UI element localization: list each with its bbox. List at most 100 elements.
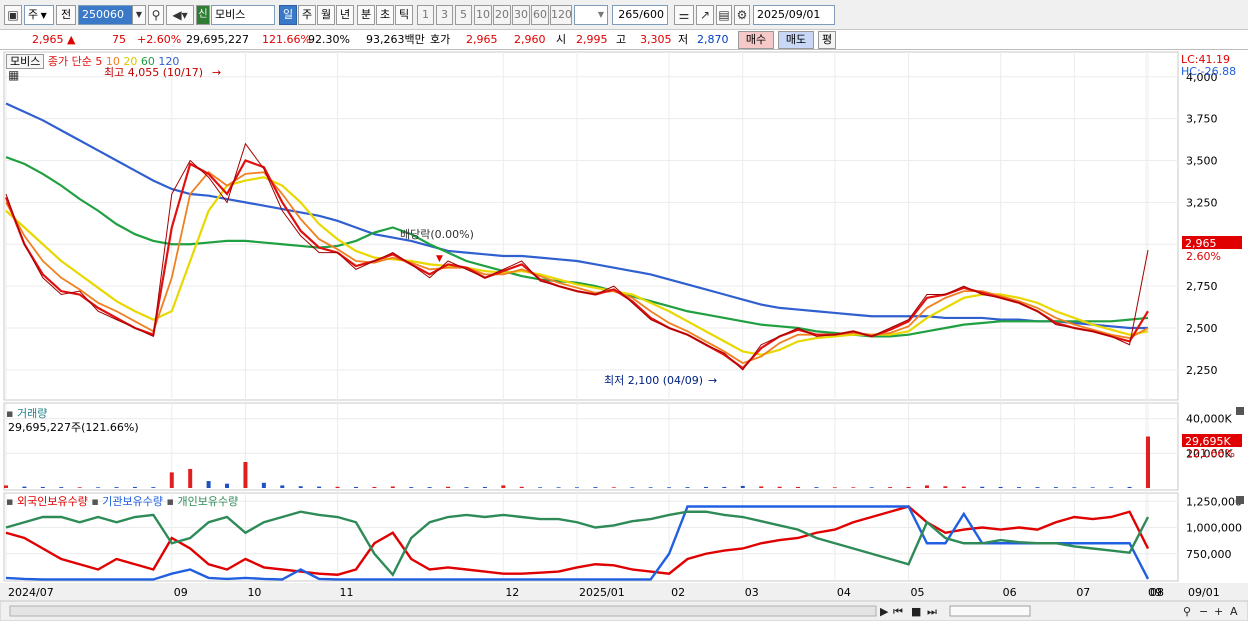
period-minute-button[interactable]: 분 xyxy=(357,5,375,25)
price-panel[interactable] xyxy=(3,51,1179,401)
time-tick-label: 09 xyxy=(174,586,188,599)
legend-stock-name[interactable]: 모비스 xyxy=(6,54,45,69)
high-price: 3,305 xyxy=(640,33,672,46)
volume-bar xyxy=(335,486,340,488)
stock-code-input[interactable]: 250060 xyxy=(78,5,138,25)
scroll-track[interactable] xyxy=(9,605,877,617)
volume-bar xyxy=(1072,487,1077,488)
font-size-icon[interactable]: A xyxy=(1230,605,1238,618)
volume-bar xyxy=(519,486,524,488)
volume-bar xyxy=(446,486,451,488)
date-field[interactable]: 2025/09/01 ▦ xyxy=(753,5,835,40)
ma10-label: 10 xyxy=(105,55,120,68)
period-month-button[interactable]: 월 xyxy=(317,5,335,25)
sell-button[interactable]: 매도 xyxy=(778,31,814,49)
volume-bar xyxy=(980,486,985,488)
volume-bar xyxy=(740,485,745,488)
period-second-button[interactable]: 초 xyxy=(376,5,394,25)
save-icon[interactable]: ▤ xyxy=(716,5,732,25)
ma120-label: 120 xyxy=(158,55,180,68)
period-tick-button[interactable]: 틱 xyxy=(395,5,413,25)
turnover-rate: 92.30% xyxy=(308,33,350,46)
interval-60-button[interactable]: 60 xyxy=(531,5,549,25)
period-day-button[interactable]: 일 xyxy=(279,5,297,25)
ma5-label: 5 xyxy=(95,55,103,68)
volume-bar xyxy=(169,472,174,488)
holding-tick-label: 1,000,000 xyxy=(1186,522,1242,535)
custom-interval-select[interactable]: ▼ xyxy=(574,5,608,25)
period-year-button[interactable]: 년 xyxy=(336,5,354,25)
volume-bar xyxy=(777,486,782,488)
institution-hold-label: 기관보유수량 xyxy=(102,495,164,508)
time-tick-label: 10 xyxy=(247,586,261,599)
zoom-slider[interactable] xyxy=(949,605,1031,617)
gear-icon[interactable]: ⚙ xyxy=(734,5,750,25)
volume-bar xyxy=(1017,487,1022,488)
indicator-table-icon[interactable]: ▦ xyxy=(8,68,19,82)
volume-bar xyxy=(1090,487,1095,488)
stop-icon[interactable]: ■ xyxy=(911,605,921,618)
buy-button[interactable]: 매수 xyxy=(738,31,774,49)
time-tick-label: 2024/07 xyxy=(8,586,54,599)
volume-bar xyxy=(1109,487,1114,488)
volume-bar xyxy=(261,482,266,488)
stock-name-field[interactable]: 모비스 xyxy=(211,5,275,25)
prev-button[interactable]: 전 xyxy=(56,5,76,25)
foreign-hold-label: 외국인보유수량 xyxy=(16,495,88,508)
volume-bar xyxy=(280,485,285,488)
volume-bar xyxy=(427,487,432,488)
code-dropdown-icon[interactable]: ▼ xyxy=(132,5,146,25)
scroll-end-icon[interactable]: ⏭ xyxy=(927,605,937,618)
dividend-note: 배당락(0.00%) xyxy=(400,228,474,241)
scroll-right-icon[interactable]: ▶ xyxy=(880,605,889,618)
interval-5-button[interactable]: 5 xyxy=(455,5,472,25)
time-tick-label: 09 xyxy=(1148,586,1162,599)
average-button[interactable]: 평 xyxy=(818,31,836,49)
zoom-in-icon[interactable]: + xyxy=(1214,605,1223,618)
zoom-out-icon[interactable]: − xyxy=(1199,605,1208,618)
chevron-down-icon: ▼ xyxy=(597,10,604,19)
interval-30-button[interactable]: 30 xyxy=(512,5,530,25)
candle-type-icon[interactable]: ⚌ xyxy=(674,5,694,25)
individual-hold-label: 개인보유수량 xyxy=(177,495,239,508)
bullet-icon: ▪ xyxy=(6,495,14,508)
period-type-select[interactable]: 주 ▼ xyxy=(24,5,54,25)
interval-3-button[interactable]: 3 xyxy=(436,5,453,25)
volume-value: 29,695,227 xyxy=(186,33,249,46)
window-icon[interactable]: ▣ xyxy=(4,5,22,25)
time-tick-label: 07 xyxy=(1076,586,1090,599)
drawing-tools-icon[interactable]: ↗ xyxy=(696,5,714,25)
volume-bar xyxy=(1053,487,1058,488)
interval-120-button[interactable]: 120 xyxy=(550,5,572,25)
speaker-icon[interactable]: ◀▾ xyxy=(166,5,194,25)
volume-panel-close-icon[interactable] xyxy=(1236,407,1244,415)
zoom-icon[interactable]: ⚲ xyxy=(1183,605,1191,618)
chevron-down-icon: ▼ xyxy=(38,11,47,20)
volume-bar xyxy=(814,487,819,488)
search-icon[interactable]: ⚲ xyxy=(148,5,164,25)
bar-count-field[interactable]: 265/600 xyxy=(612,5,668,25)
volume-bar xyxy=(630,487,635,488)
interval-20-button[interactable]: 20 xyxy=(493,5,511,25)
volume-tick-label: 40,000K xyxy=(1186,413,1232,426)
volume-bar xyxy=(4,485,8,488)
stock-chart[interactable]: 4,0003,7503,5003,2503,0002,7502,5002,250… xyxy=(0,50,1248,621)
volume-panel[interactable] xyxy=(3,402,1179,491)
period-type-value: 주 xyxy=(28,8,39,21)
volume-bar xyxy=(77,487,82,488)
holding-panel-close-icon[interactable] xyxy=(1236,496,1244,504)
volume-bar xyxy=(114,487,119,488)
volume-bar xyxy=(206,481,211,488)
scroll-start-icon[interactable]: ⏮ xyxy=(893,605,903,618)
volume-bar xyxy=(1035,487,1040,488)
period-week-button[interactable]: 주 xyxy=(298,5,316,25)
hc-label: HC:-26.88 xyxy=(1181,65,1236,78)
high-arrow-icon: → xyxy=(212,66,221,79)
interval-1-button[interactable]: 1 xyxy=(417,5,434,25)
open-label: 시 xyxy=(556,33,567,46)
interval-10-button[interactable]: 10 xyxy=(474,5,492,25)
ma-label: 종가 단순 xyxy=(47,55,92,68)
volume-bar xyxy=(464,487,469,488)
top-toolbar: ▣ 주 ▼ 전 250060 ▼ ⚲ ◀▾ 신 모비스 일 주 월 년 분 초 … xyxy=(0,0,1248,40)
price-change: 75 xyxy=(112,33,126,46)
